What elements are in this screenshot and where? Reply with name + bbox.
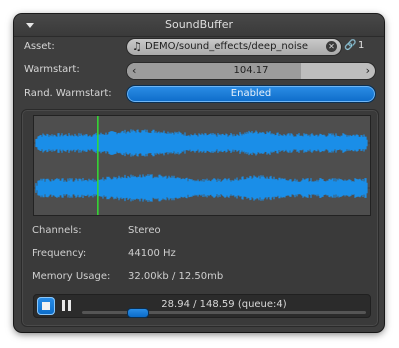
progress-handle[interactable] bbox=[127, 308, 150, 318]
panel-title: SoundBuffer bbox=[164, 18, 234, 31]
channels-value: Stereo bbox=[128, 225, 161, 236]
music-note-icon: ♫ bbox=[132, 40, 142, 53]
stop-icon bbox=[42, 302, 50, 310]
waveform-graphic bbox=[34, 116, 370, 215]
player-bar: 28.94 / 148.59 (queue:4) bbox=[33, 294, 371, 318]
channels-label: Channels: bbox=[32, 225, 82, 236]
asset-field[interactable]: ♫ DEMO/sound_effects/deep_noise ✕ bbox=[126, 38, 342, 56]
stop-button[interactable] bbox=[37, 297, 55, 315]
warmstart-label: Warmstart: bbox=[24, 64, 80, 75]
asset-path: DEMO/sound_effects/deep_noise bbox=[145, 41, 309, 52]
pause-icon bbox=[62, 300, 65, 311]
close-icon[interactable]: ✕ bbox=[326, 41, 337, 52]
memory-value: 32.00kb / 12.50mb bbox=[128, 271, 224, 282]
asset-label: Asset: bbox=[24, 41, 55, 52]
warmstart-slider[interactable]: ‹ 104.17 › bbox=[126, 62, 376, 80]
frequency-value: 44100 Hz bbox=[128, 248, 176, 259]
preview-area: Channels: Stereo Frequency: 44100 Hz Mem… bbox=[21, 109, 379, 327]
memory-label: Memory Usage: bbox=[32, 271, 111, 282]
progress-track[interactable] bbox=[82, 308, 366, 318]
rand-warmstart-label: Rand. Warmstart: bbox=[24, 88, 112, 99]
waveform-view[interactable] bbox=[33, 115, 371, 216]
frequency-label: Frequency: bbox=[32, 248, 87, 259]
waveform-right-channel bbox=[35, 174, 368, 202]
warmstart-value: 104.17 bbox=[233, 65, 269, 76]
asset-link-count: 1 bbox=[358, 40, 365, 51]
title-bar: SoundBuffer bbox=[14, 14, 384, 37]
chevron-right-icon[interactable]: › bbox=[366, 64, 370, 77]
pause-button[interactable] bbox=[62, 300, 72, 311]
rand-warmstart-value: Enabled bbox=[230, 88, 272, 99]
waveform-left-channel bbox=[35, 129, 368, 157]
rand-warmstart-toggle[interactable]: Enabled bbox=[126, 85, 376, 103]
soundbuffer-panel: SoundBuffer Asset: ♫ DEMO/sound_effects/… bbox=[14, 14, 384, 332]
link-icon[interactable]: 🔗 bbox=[344, 40, 356, 51]
